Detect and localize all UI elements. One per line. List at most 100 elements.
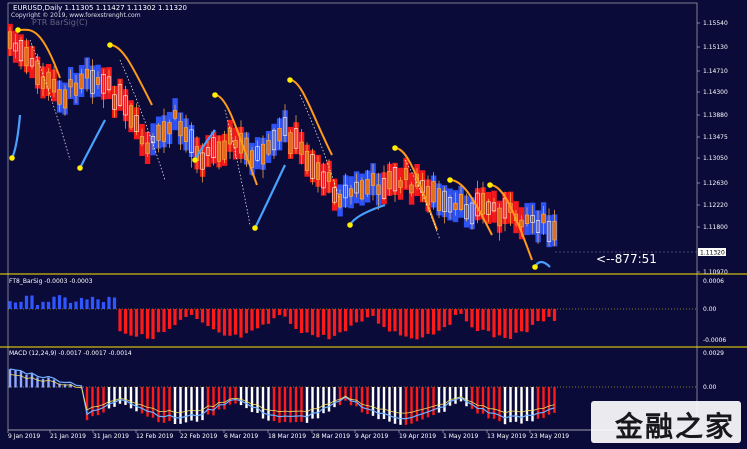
trail-stop-blue — [10, 114, 22, 159]
barsig-bar — [338, 309, 342, 333]
candle-body — [40, 76, 46, 89]
barsig-bar — [162, 309, 166, 333]
trail-stop-blue — [254, 164, 286, 229]
barsig-bar — [129, 309, 133, 336]
symbol-header: EURUSD,Daily 1.11305 1.11427 1.11302 1.1… — [13, 4, 187, 12]
macd-bar — [52, 379, 56, 388]
time-tick-label: 22 Feb 2019 — [180, 433, 218, 440]
candle-body — [167, 122, 172, 135]
barsig-bar — [189, 309, 194, 315]
time-tick-label: 31 Jan 2019 — [93, 433, 129, 440]
macd-bar — [162, 387, 166, 423]
barsig-bar — [255, 309, 260, 329]
barsig-bar — [151, 309, 155, 340]
chart-window[interactable]: 1.15540 1.15130 1.14710 1.14300 1.13880 1.134… — [0, 0, 747, 449]
macd-bar — [135, 387, 138, 412]
barsig-bar — [173, 309, 177, 326]
barsig-bar — [145, 309, 150, 339]
macd-bar — [344, 387, 347, 401]
barsig-bar — [57, 295, 62, 309]
candle-body — [519, 219, 524, 228]
candle-body — [348, 188, 354, 197]
barsig-bar — [277, 309, 282, 316]
candle-body — [178, 121, 183, 137]
barsig-bar — [13, 302, 18, 309]
macd-bar — [305, 387, 309, 423]
macd-bar — [267, 387, 270, 421]
barsig-bar — [321, 309, 326, 335]
candle-body — [7, 31, 13, 49]
barsig-bar — [288, 309, 293, 324]
subpanel1-title: FT8_BarSig -0.0003 -0.0003 — [9, 278, 93, 285]
price-tick-label: 1.15540 — [703, 20, 728, 27]
barsig-bar — [481, 309, 485, 330]
macd-bar — [30, 373, 34, 388]
chart-canvas[interactable]: 1.15540 1.15130 1.14710 1.14300 1.13880 1.134… — [0, 0, 747, 449]
macd-bar — [129, 387, 133, 409]
subpanel2-title: MACD (12,24,9) -0.0017 -0.0017 -0.0014 — [9, 350, 132, 357]
barsig-bar — [35, 304, 40, 309]
candle-body — [299, 141, 304, 155]
barsig-bar — [156, 309, 161, 333]
signal-dot-icon — [252, 225, 258, 231]
barsig-bar — [327, 309, 331, 340]
barsig-bar — [448, 309, 452, 325]
barsig-bar — [426, 309, 430, 334]
barsig-bar — [376, 309, 381, 324]
time-tick-label: 9 Apr 2019 — [355, 433, 388, 440]
macd-bar — [294, 387, 298, 423]
subpanel1-tick-label: 0.0006 — [703, 278, 724, 285]
price-tick-label: 1.14300 — [703, 89, 728, 96]
candle-body — [458, 193, 464, 211]
macd-bar — [85, 387, 89, 421]
macd-bar — [195, 387, 199, 422]
indicator-overlay-label: PTR BarSig(C) — [32, 18, 88, 27]
macd-bar — [41, 378, 45, 388]
macd-bar — [327, 387, 331, 412]
signal-dot-icon — [107, 42, 113, 48]
price-tick-label: 1.12220 — [703, 202, 728, 209]
macd-bar — [96, 387, 100, 416]
barsig-bar — [382, 309, 386, 328]
barsig-bar — [305, 309, 309, 333]
trail-stop-blue — [79, 119, 106, 169]
barsig-bar — [415, 309, 419, 340]
macd-bar — [465, 387, 468, 407]
candle-body — [398, 180, 403, 188]
barsig-bar — [134, 309, 139, 337]
candle-body — [84, 68, 90, 79]
barsig-bar — [470, 309, 474, 328]
barsig-bar — [398, 309, 403, 336]
candle-body — [277, 128, 282, 142]
barsig-bar — [541, 309, 546, 322]
barsig-bar — [46, 301, 51, 309]
barsig-bar — [437, 309, 441, 331]
barsig-bar — [552, 309, 557, 321]
signal-dot-icon — [287, 77, 293, 83]
barsig-bar — [343, 309, 348, 332]
macd-bar — [542, 387, 545, 419]
candle-body — [365, 179, 370, 195]
current-price-label: 1.11320 — [700, 250, 725, 257]
barsig-bar — [508, 309, 513, 339]
candle-body — [524, 214, 530, 224]
candle-body — [436, 188, 442, 212]
barsig-bar — [19, 301, 23, 309]
candle-body — [370, 173, 376, 186]
barsig-bar — [387, 309, 392, 332]
barsig-bar — [63, 297, 67, 309]
macd-bar — [239, 387, 243, 406]
barsig-bar — [211, 309, 216, 330]
barsig-bar — [404, 309, 408, 337]
candle-body — [62, 89, 68, 109]
barsig-bar — [310, 309, 315, 336]
barsig-bar — [514, 309, 518, 333]
macd-bar — [333, 387, 336, 408]
barsig-bar — [74, 301, 78, 309]
price-tick-label: 1.13880 — [703, 112, 728, 119]
candle-body — [51, 78, 57, 93]
candle-body — [376, 184, 381, 195]
macd-bar — [459, 387, 463, 402]
price-tick-label: 1.14710 — [703, 68, 728, 75]
barsig-bar — [272, 309, 276, 319]
